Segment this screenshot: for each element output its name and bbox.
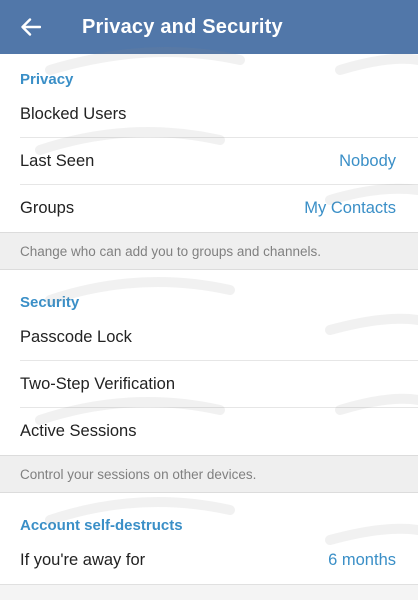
active-sessions-row[interactable]: Active Sessions [0, 408, 418, 455]
last-seen-row[interactable]: Last Seen Nobody [0, 138, 418, 185]
arrow-left-icon [21, 18, 41, 36]
privacy-info-text: Change who can add you to groups and cha… [0, 232, 418, 270]
blocked-users-label: Blocked Users [20, 105, 127, 123]
passcode-lock-label: Passcode Lock [20, 328, 132, 346]
section-title-privacy: Privacy [20, 70, 74, 88]
active-sessions-label: Active Sessions [20, 422, 137, 440]
blocked-users-row[interactable]: Blocked Users [0, 91, 418, 138]
last-seen-value: Nobody [339, 152, 396, 170]
last-seen-label: Last Seen [20, 152, 95, 170]
away-period-value: 6 months [328, 551, 396, 569]
groups-row[interactable]: Groups My Contacts [0, 185, 418, 232]
section-title-account: Account self-destructs [20, 516, 183, 534]
privacy-security-screen: Privacy and Security Privacy Blocked Use… [0, 0, 418, 600]
bottom-info-strip [0, 584, 418, 600]
two-step-verification-label: Two-Step Verification [20, 375, 175, 393]
privacy-info-label: Change who can add you to groups and cha… [20, 243, 321, 259]
security-info-label: Control your sessions on other devices. [20, 466, 257, 482]
groups-label: Groups [20, 199, 75, 217]
back-button[interactable] [0, 0, 62, 54]
section-title-security: Security [20, 293, 80, 311]
app-bar: Privacy and Security [0, 0, 418, 54]
away-period-row[interactable]: If you're away for 6 months [0, 537, 418, 584]
security-info-text: Control your sessions on other devices. [0, 455, 418, 493]
two-step-verification-row[interactable]: Two-Step Verification [0, 361, 418, 408]
away-period-label: If you're away for [20, 551, 146, 569]
groups-value: My Contacts [304, 199, 396, 217]
passcode-lock-row[interactable]: Passcode Lock [0, 314, 418, 361]
page-title: Privacy and Security [82, 15, 283, 38]
